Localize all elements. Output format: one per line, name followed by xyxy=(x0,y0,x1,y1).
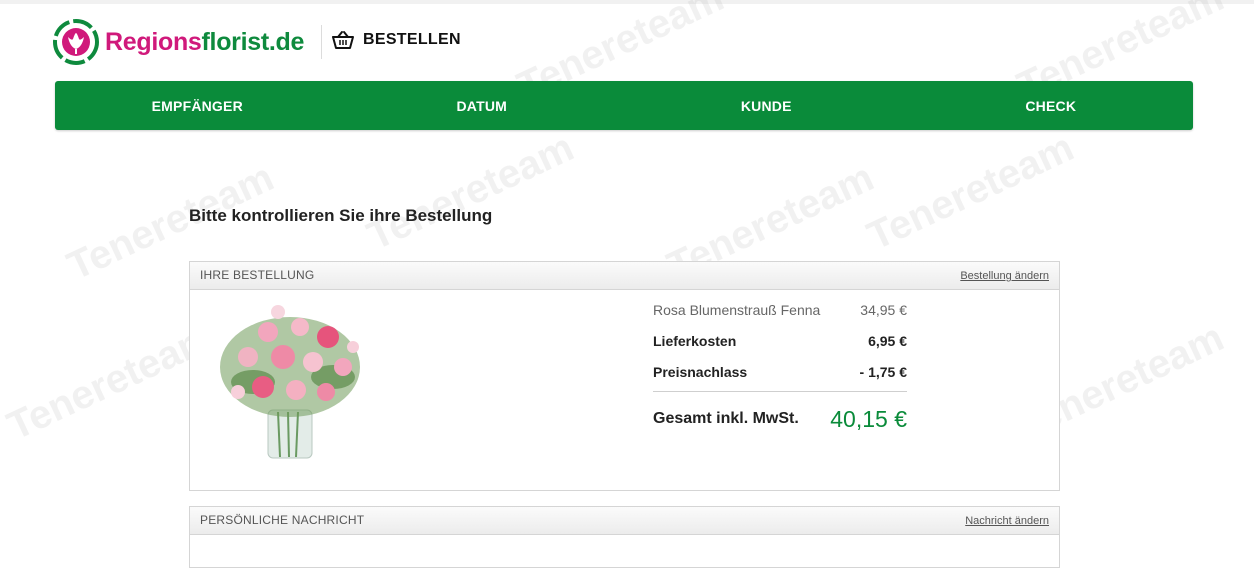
order-panel: IHRE BESTELLUNG Bestellung ändern Rosa B… xyxy=(189,261,1060,491)
step-recipient[interactable]: EMPFÄNGER xyxy=(55,81,340,130)
order-header: BESTELLEN xyxy=(332,30,461,50)
header-divider xyxy=(321,25,322,59)
line-item-label: Preisnachlass xyxy=(653,363,748,380)
order-total: Gesamt inkl. MwSt. 40,15 € xyxy=(653,392,907,446)
line-item-amount: 34,95 € xyxy=(860,301,907,318)
edit-message-link[interactable]: Nachricht ändern xyxy=(965,515,1049,527)
edit-order-link[interactable]: Bestellung ändern xyxy=(960,270,1049,282)
line-item-label: Lieferkosten xyxy=(653,332,737,349)
line-item-discount: Preisnachlass - 1,75 € xyxy=(653,356,907,387)
watermark: Tenereteam xyxy=(860,125,1081,259)
product-image-bouquet xyxy=(220,305,360,459)
step-date[interactable]: DATUM xyxy=(340,81,625,130)
top-strip xyxy=(0,0,1254,4)
step-customer[interactable]: KUNDE xyxy=(624,81,909,130)
logo-text-part1: Regions xyxy=(105,27,202,56)
site-logo[interactable]: Regionsflorist.de xyxy=(53,19,304,65)
tulip-logo-icon xyxy=(53,19,99,65)
watermark: Tenereteam xyxy=(360,125,581,259)
checkout-steps: EMPFÄNGER DATUM KUNDE CHECK xyxy=(55,81,1193,130)
step-check[interactable]: CHECK xyxy=(909,81,1194,130)
watermark: Tenereteam xyxy=(0,315,221,449)
line-item-amount: 6,95 € xyxy=(868,332,907,349)
logo-text-part2: florist.de xyxy=(201,27,305,56)
order-title: BESTELLEN xyxy=(363,31,461,48)
message-panel-title: PERSÖNLICHE NACHRICHT xyxy=(200,513,365,527)
basket-icon xyxy=(332,31,354,49)
order-panel-header: IHRE BESTELLUNG Bestellung ändern xyxy=(190,262,1059,290)
line-item-amount: - 1,75 € xyxy=(859,363,907,380)
page-title: Bitte kontrollieren Sie ihre Bestellung xyxy=(189,206,493,225)
total-amount: 40,15 € xyxy=(830,405,907,432)
line-item-label: Rosa Blumenstrauß Fenna xyxy=(653,301,821,318)
line-item-delivery: Lieferkosten 6,95 € xyxy=(653,325,907,356)
order-panel-title: IHRE BESTELLUNG xyxy=(200,268,315,282)
line-item-product: Rosa Blumenstrauß Fenna 34,95 € xyxy=(653,294,907,325)
order-summary: Rosa Blumenstrauß Fenna 34,95 € Lieferko… xyxy=(653,294,907,446)
message-panel: PERSÖNLICHE NACHRICHT Nachricht ändern xyxy=(189,506,1060,568)
message-panel-header: PERSÖNLICHE NACHRICHT Nachricht ändern xyxy=(190,507,1059,535)
total-label: Gesamt inkl. MwSt. xyxy=(653,410,799,427)
